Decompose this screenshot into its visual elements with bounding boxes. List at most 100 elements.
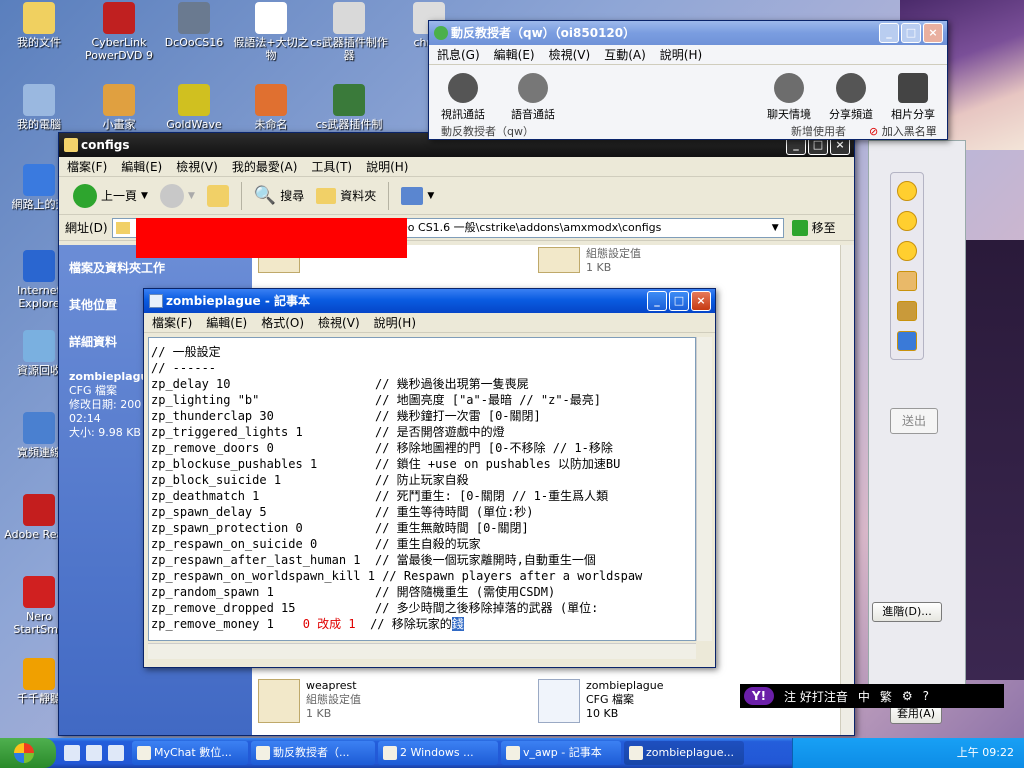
shortcut-icon <box>23 164 55 196</box>
up-folder-button[interactable] <box>203 181 233 211</box>
desktop-icon[interactable]: DcOoCS16 <box>155 2 233 49</box>
chevron-down-icon[interactable]: ▼ <box>772 219 779 237</box>
notepad-window[interactable]: zombieplague - 記事本 _ □ × 檔案(F) 編輯(E) 格式(O)… <box>143 288 716 668</box>
menu-item[interactable]: 我的最愛(A) <box>232 157 298 176</box>
voice-call-button[interactable]: 語音通話 <box>511 73 555 122</box>
menu-item[interactable]: 檢視(V) <box>318 313 360 332</box>
file-item[interactable]: 組態設定值 1 KB <box>538 247 641 275</box>
menu-item[interactable]: 工具(T) <box>311 157 352 176</box>
desktop-icon[interactable]: 未命名 <box>232 84 310 131</box>
quick-launch-icon[interactable] <box>108 745 124 761</box>
ime-chinese-toggle[interactable]: 中 <box>858 688 870 705</box>
notepad-title-bar[interactable]: zombieplague - 記事本 _ □ × <box>144 289 715 313</box>
quick-launch-icon[interactable] <box>86 745 102 761</box>
taskbar-button[interactable]: MyChat 數位... <box>132 741 248 765</box>
menu-item[interactable]: 格式(O) <box>261 313 304 332</box>
smile-emoticon-icon[interactable] <box>897 181 917 201</box>
ime-traditional-toggle[interactable]: 繁 <box>880 688 892 705</box>
wallpaper-art-lower <box>960 240 1024 680</box>
close-button[interactable]: × <box>923 23 943 43</box>
views-button[interactable]: ▼ <box>397 181 438 211</box>
send-button[interactable]: 送出 <box>890 408 938 434</box>
briefcase-icon[interactable] <box>897 301 917 321</box>
menu-item[interactable]: 檢視(V) <box>549 45 591 64</box>
phone-icon[interactable] <box>897 331 917 351</box>
photo-share-button[interactable]: 相片分享 <box>891 73 935 122</box>
video-call-button[interactable]: 視訊通話 <box>441 73 485 122</box>
minimize-button[interactable]: _ <box>879 23 899 43</box>
menu-item[interactable]: 互動(A) <box>604 45 646 64</box>
taskbar-button[interactable]: 動反教授者（... <box>251 741 375 765</box>
desktop-icon[interactable]: CyberLink PowerDVD 9 <box>80 2 158 62</box>
shortcut-icon <box>103 2 135 34</box>
go-button[interactable]: 移至 <box>788 213 840 243</box>
search-button[interactable]: 🔍 搜尋 <box>250 181 308 211</box>
start-button[interactable] <box>0 738 56 768</box>
notepad-text-area[interactable]: // 一般設定 // ------ zp_delay 10 // 幾秒過後出現第一隻… <box>148 337 696 641</box>
app-icon <box>506 746 520 760</box>
webcam-icon <box>448 73 478 103</box>
emoticon-bar[interactable] <box>890 172 924 360</box>
clock[interactable]: 上午 09:22 <box>957 746 1014 759</box>
taskbar-button[interactable]: zombieplague... <box>624 741 744 765</box>
share-channel-button[interactable]: 分享頻道 <box>829 73 873 122</box>
forward-button[interactable]: ▼ <box>156 181 199 211</box>
minimize-button[interactable]: _ <box>647 291 667 311</box>
file-tasks-header[interactable]: 檔案及資料夾工作 <box>69 259 242 276</box>
menu-item[interactable]: 訊息(G) <box>437 45 480 64</box>
menu-item[interactable]: 編輯(E) <box>494 45 535 64</box>
text-line: zp_spawn_protection 0 // 重生無敵時間 [0-關閉] <box>151 521 529 535</box>
ime-settings-icon[interactable]: ⚙ <box>902 689 913 703</box>
text-line: zp_block_suicide 1 // 防止玩家自殺 <box>151 473 469 487</box>
shortcut-icon <box>255 84 287 116</box>
back-arrow-icon <box>73 183 97 208</box>
desktop-icon[interactable]: cs武器插件制作器 <box>310 2 388 62</box>
desktop-icon-label: 資源回收 <box>17 364 61 377</box>
toolbar-divider <box>388 181 390 210</box>
taskbar-button[interactable]: v_awp - 記事本 <box>501 741 621 765</box>
desktop-icon[interactable]: cs武器插件制 <box>310 84 388 131</box>
folders-button[interactable]: 資料夾 <box>312 181 380 211</box>
menu-item[interactable]: 說明(H) <box>366 157 408 176</box>
menu-item[interactable]: 編輯(E) <box>206 313 247 332</box>
msn-title-bar[interactable]: 動反教授者（qw）（oi850120） _ □ × <box>429 21 947 45</box>
add-user-link[interactable]: 新增使用者 <box>791 123 846 139</box>
notepad-vertical-scrollbar[interactable] <box>696 337 712 641</box>
file-item-zombieplague[interactable]: zombieplague CFG 檔案 10 KB <box>538 679 664 723</box>
msn-chat-window[interactable]: 動反教授者（qw）（oi850120） _ □ × 訊息(G) 編輯(E) 檢視(V… <box>428 20 948 140</box>
menu-item[interactable]: 說明(H) <box>374 313 416 332</box>
config-file-icon <box>538 247 580 273</box>
close-button[interactable]: × <box>691 291 711 311</box>
menu-item[interactable]: 編輯(E) <box>121 157 162 176</box>
maximize-button[interactable]: □ <box>669 291 689 311</box>
ime-help-icon[interactable]: ? <box>923 689 929 703</box>
grin-emoticon-icon[interactable] <box>897 211 917 231</box>
menu-item[interactable]: 說明(H) <box>660 45 702 64</box>
folder-icon <box>64 138 78 152</box>
menu-item[interactable]: 檔案(F) <box>152 313 192 332</box>
app-icon <box>256 746 270 760</box>
advanced-button[interactable]: 進階(D)... <box>872 602 942 622</box>
notepad-horizontal-scrollbar[interactable] <box>148 643 696 659</box>
desktop-icon[interactable]: 小畫家 <box>80 84 158 131</box>
taskbar-button[interactable]: 2 Windows ... <box>378 741 498 765</box>
gift-icon[interactable] <box>897 271 917 291</box>
file-list-scrollbar[interactable] <box>840 245 854 735</box>
desktop-icon[interactable]: 假語法+大切之物 <box>232 2 310 62</box>
block-user-link[interactable]: ⊘ 加入黑名單 <box>869 123 937 139</box>
text-line: // ------ <box>151 361 217 375</box>
back-button[interactable]: 上一頁 ▼ <box>69 181 152 211</box>
file-item-weaprest[interactable]: weaprest 組態設定值 1 KB <box>258 679 361 723</box>
address-label: 網址(D) <box>65 221 108 235</box>
maximize-button[interactable]: □ <box>901 23 921 43</box>
menu-item[interactable]: 檢視(V) <box>176 157 218 176</box>
desktop-icon[interactable]: GoldWave <box>155 84 233 131</box>
menu-item[interactable]: 檔案(F) <box>67 157 107 176</box>
yahoo-ime-bar[interactable]: Y! 注 好打注音 中 繁 ⚙ ? <box>740 684 1004 708</box>
desktop-icon[interactable]: 我的文件 <box>0 2 78 49</box>
ime-mode-label[interactable]: 注 好打注音 <box>784 688 848 705</box>
quick-launch-icon[interactable] <box>64 745 80 761</box>
desktop-icon[interactable]: 我的電腦 <box>0 84 78 131</box>
chat-mood-button[interactable]: 聊天情境 <box>767 73 811 122</box>
cool-emoticon-icon[interactable] <box>897 241 917 261</box>
